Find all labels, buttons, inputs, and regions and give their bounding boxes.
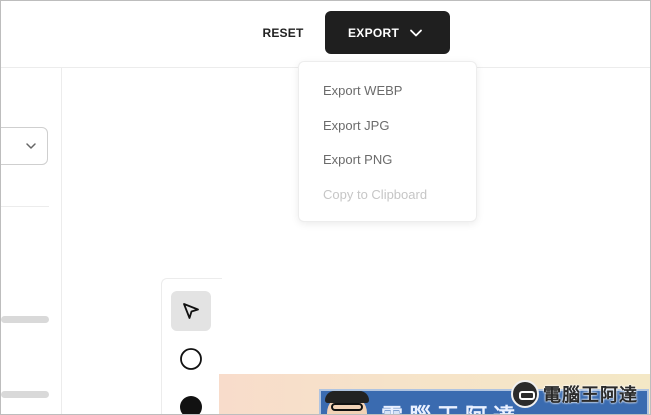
panel-divider [1,206,49,207]
slider-track[interactable] [1,391,49,398]
site-watermark: 電腦王阿達 [511,373,650,414]
chevron-down-icon [26,143,36,149]
reset-button[interactable]: RESET [259,21,307,45]
avatar-hair [325,391,369,403]
chevron-down-icon [410,29,422,37]
drawing-tool-panel [161,278,222,414]
watermark-logo-icon [511,380,539,408]
slider-track[interactable] [1,316,49,323]
menu-item-copy-to-clipboard: Copy to Clipboard [323,187,428,202]
avatar-glasses [331,403,363,411]
settings-select[interactable] [1,127,48,165]
circle-filled-tool-button[interactable] [171,387,211,414]
export-button[interactable]: EXPORT [325,11,450,54]
thumbnail-title: 電腦王阿達 [381,399,521,414]
circle-outline-icon [180,348,202,370]
select-tool-button[interactable] [171,291,211,331]
export-button-label: EXPORT [348,25,400,40]
watermark-text: 電腦王阿達 [543,385,638,406]
export-dropdown-menu: Export WEBP Export JPG Export PNG Copy t… [298,61,477,222]
left-settings-panel [1,68,62,414]
top-toolbar: RESET EXPORT [1,1,650,68]
menu-item-export-webp[interactable]: Export WEBP [323,83,402,98]
app-window: RESET EXPORT 電腦王阿達 Export WEBP Export JP… [0,0,651,415]
menu-item-export-png[interactable]: Export PNG [323,152,392,167]
pointer-arrow-icon [183,303,199,319]
circle-outline-tool-button[interactable] [171,339,211,379]
menu-item-export-jpg[interactable]: Export JPG [323,118,389,133]
circle-filled-icon [180,396,202,414]
